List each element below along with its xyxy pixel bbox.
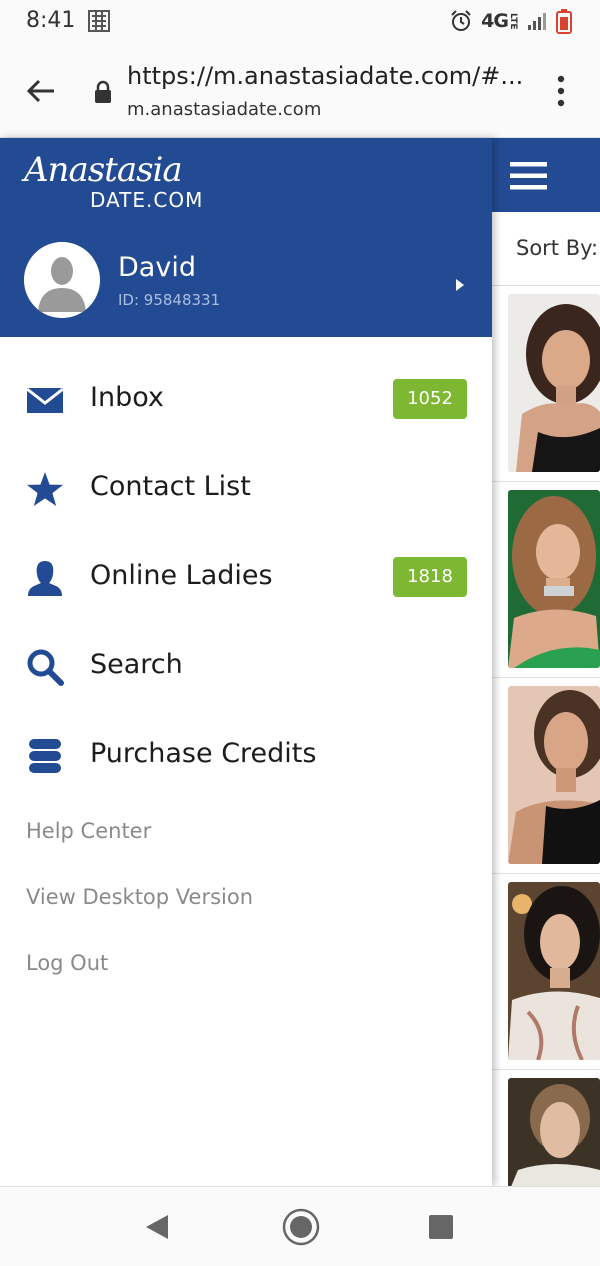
profile-photo[interactable] — [508, 882, 600, 1060]
online-count-badge: 1818 — [393, 557, 467, 597]
nav-back-icon[interactable] — [144, 1213, 170, 1241]
log-out-link[interactable]: Log Out — [26, 951, 108, 975]
menu-label-online-ladies: Online Ladies — [90, 560, 273, 591]
search-icon — [27, 649, 64, 686]
database-icon — [29, 739, 61, 773]
site-logo[interactable]: Anastasia DATE.COM — [24, 150, 224, 216]
profile-photo[interactable] — [508, 294, 600, 472]
network-type: 4G — [481, 10, 509, 32]
profile-card[interactable] — [492, 482, 600, 678]
more-options-icon[interactable] — [554, 74, 568, 108]
logo-suffix: DATE.COM — [90, 188, 204, 212]
main-header — [492, 138, 600, 212]
star-icon — [27, 472, 63, 506]
menu-item-contact-list[interactable]: Contact List — [0, 444, 492, 533]
profile-card[interactable] — [492, 678, 600, 874]
user-profile[interactable]: David ID: 95848331 — [0, 238, 492, 328]
notification-icon — [88, 10, 110, 32]
drawer-header: Anastasia DATE.COM David ID: 95848331 — [0, 138, 492, 337]
menu-label-inbox: Inbox — [90, 382, 164, 413]
profile-photo[interactable] — [508, 1078, 600, 1194]
menu-item-inbox[interactable]: Inbox 1052 — [0, 355, 492, 444]
profile-card[interactable] — [492, 874, 600, 1070]
person-icon — [28, 561, 62, 596]
back-arrow-icon[interactable] — [24, 74, 58, 108]
user-id: ID: 95848331 — [118, 291, 221, 309]
inbox-count-badge: 1052 — [393, 379, 467, 419]
main-content: Sort By: — [492, 138, 600, 1194]
lock-icon — [95, 80, 111, 103]
alarm-icon — [451, 10, 471, 31]
profile-card[interactable] — [492, 286, 600, 482]
menu-label-purchase-credits: Purchase Credits — [90, 738, 317, 769]
menu-item-search[interactable]: Search — [0, 622, 492, 711]
sort-by-control[interactable]: Sort By: — [492, 212, 600, 286]
signal-icon — [528, 13, 546, 30]
profile-photo[interactable] — [508, 686, 600, 864]
help-center-link[interactable]: Help Center — [26, 819, 151, 843]
nav-recent-apps-icon[interactable] — [428, 1214, 454, 1240]
user-name: David — [118, 252, 196, 283]
logo-script: Anastasia — [24, 150, 183, 190]
nav-home-icon[interactable] — [282, 1208, 320, 1246]
url-text[interactable]: https://m.anastasiadate.com/#... — [127, 62, 527, 90]
url-domain[interactable]: m.anastasiadate.com — [127, 99, 321, 120]
network-sub: LTE — [508, 12, 518, 30]
menu-label-contact-list: Contact List — [90, 471, 251, 502]
profile-card[interactable] — [492, 1070, 600, 1194]
envelope-icon — [26, 387, 64, 413]
navigation-drawer: Anastasia DATE.COM David ID: 95848331 In… — [0, 138, 492, 1186]
status-bar: 8:41 4G LTE — [0, 0, 600, 44]
browser-toolbar: https://m.anastasiadate.com/#... m.anast… — [0, 44, 600, 138]
battery-icon — [556, 9, 572, 34]
system-nav-bar — [0, 1186, 600, 1266]
status-time: 8:41 — [26, 8, 76, 33]
desktop-version-link[interactable]: View Desktop Version — [26, 885, 253, 909]
menu-item-online-ladies[interactable]: Online Ladies 1818 — [0, 533, 492, 622]
avatar[interactable] — [24, 242, 100, 318]
menu-label-search: Search — [90, 649, 183, 680]
menu-item-purchase-credits[interactable]: Purchase Credits — [0, 711, 492, 800]
profile-photo[interactable] — [508, 490, 600, 668]
chevron-right-icon[interactable] — [455, 278, 465, 292]
hamburger-menu-icon[interactable] — [510, 162, 548, 190]
sort-by-label: Sort By: — [516, 236, 599, 260]
